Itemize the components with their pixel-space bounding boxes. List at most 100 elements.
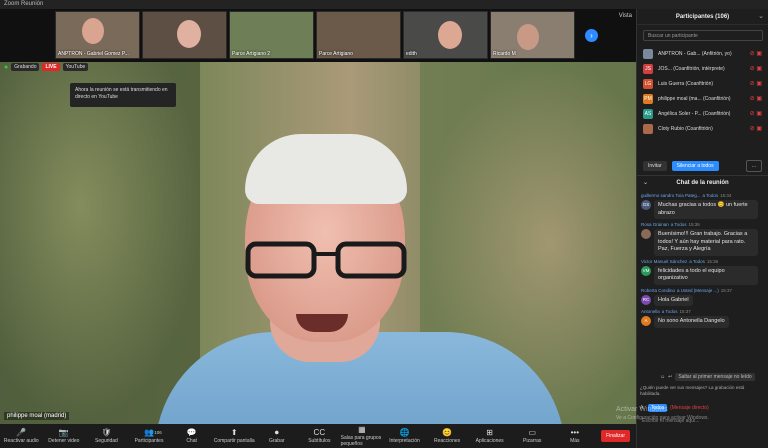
- view-button[interactable]: Vista: [619, 13, 632, 19]
- message-body: Buenísimo!!! Gran trabajo. Gracias a tod…: [641, 229, 764, 256]
- breakout-rooms-button[interactable]: ▦ Salas para grupos pequeños: [341, 424, 384, 448]
- message-time: 15:37: [720, 287, 733, 293]
- chat-message[interactable]: Victor Manuel Sánchez a Todos 15:36 VM felic…: [641, 259, 764, 285]
- participant-search-input[interactable]: Buscar un participante: [643, 30, 763, 41]
- invite-button[interactable]: Invitar: [643, 160, 667, 171]
- participants-button[interactable]: 👥 106 Participantes: [128, 424, 171, 448]
- next-page-icon[interactable]: ›: [585, 29, 598, 42]
- captions-button[interactable]: CC Subtítulos: [298, 424, 341, 448]
- video-tile-2[interactable]: Parce Artigiano 2: [229, 11, 314, 59]
- avatar: [643, 48, 653, 59]
- youtube-stream-button[interactable]: YouTube: [62, 63, 89, 71]
- security-button[interactable]: 🛡 Seguridad: [85, 424, 128, 448]
- video-tile-5[interactable]: Ricardo M: [490, 11, 575, 59]
- interpretation-button[interactable]: 🌐 Interpretación: [383, 424, 426, 448]
- avatar: AS: [643, 108, 653, 119]
- chat-message[interactable]: Roberta Condino a Usted (Mensaje ...) 15:3…: [641, 287, 764, 306]
- video-tile-1[interactable]: [142, 11, 227, 59]
- participant-strip: ANPTRON - Gabriel Gomez P... Parce Artig…: [0, 9, 636, 62]
- message-text: felicidades a todo el equipo organizativ…: [654, 265, 758, 285]
- reactions-icon: 😊: [442, 428, 453, 437]
- participant-name: JOS... (Coanfitrión, intérprete): [658, 65, 725, 72]
- toolbar-label: Más: [570, 438, 580, 444]
- chat-message[interactable]: guillermo sandro Toia Pateg... a Todos 15:…: [641, 193, 764, 219]
- reactions-button[interactable]: 😊 Reacciones: [426, 424, 469, 448]
- stream-status-bar: ● Grabando LIVE YouTube: [4, 63, 89, 71]
- live-badge[interactable]: LIVE: [42, 63, 60, 71]
- participant-actions: Invitar Silenciar a todos ...: [637, 156, 768, 176]
- emoji-icon[interactable]: ☺: [660, 374, 665, 380]
- message-header: guillermo sandro Toia Pateg... a Todos 15:…: [641, 193, 764, 198]
- avatar: [641, 229, 651, 239]
- more-options-button[interactable]: ...: [745, 159, 762, 172]
- chevron-down-icon[interactable]: ⌄: [643, 176, 648, 190]
- video-tile-0[interactable]: ANPTRON - Gabriel Gomez P...: [55, 11, 140, 59]
- participant-row[interactable]: PM philippe moal (ma... (Coanfitrión) ⊘ ▣: [637, 91, 768, 106]
- security-icon: 🛡: [101, 428, 112, 437]
- muted-mic-icon: ⊘ ▣: [749, 51, 762, 57]
- tile-name: edith: [406, 51, 417, 57]
- record-icon: ⏺: [274, 428, 279, 437]
- speaker-hair: [245, 134, 407, 204]
- end-meeting-button[interactable]: Finalizar: [601, 430, 630, 442]
- toolbar-label: Pizarras: [523, 438, 542, 444]
- toolbar-label: Aplicaciones: [475, 438, 504, 444]
- participant-row[interactable]: LG Luis Guerra (Coanfitrión) ⊘ ▣: [637, 76, 768, 91]
- more-button[interactable]: ••• Más: [554, 424, 597, 448]
- message-sender: Roberta Condino: [641, 287, 676, 293]
- meeting-toolbar: 🎤 Reactivar audio 📷 Detener video 🛡 Seguridad…: [0, 424, 636, 448]
- toolbar-label: Reacciones: [434, 438, 461, 444]
- stop-video-button[interactable]: 📷 Detener video: [43, 424, 86, 448]
- video-tile-3[interactable]: Parce Artigiano: [316, 11, 401, 59]
- whiteboards-button[interactable]: ▭ Pizarras: [511, 424, 554, 448]
- message-recipient: a Todos: [689, 258, 705, 264]
- chat-message[interactable]: Antonella a Todos 15:37 A No sono Antonella …: [641, 309, 764, 328]
- chat-title: Chat de la reunión ⌄: [637, 176, 768, 190]
- message-sender: Rosa Grainan: [641, 222, 669, 227]
- apps-icon: ⊞: [486, 428, 493, 437]
- shield-icon: ●: [4, 63, 9, 71]
- tile-head: [438, 21, 462, 49]
- participant-row[interactable]: AS Angélica Soler - P... (Coanfitrión) ⊘ ▣: [637, 106, 768, 121]
- message-text: Buenísimo!!! Gran trabajo. Gracias a tod…: [654, 229, 758, 256]
- breakout-rooms-icon: ▦: [358, 425, 366, 434]
- message-body: VM felicidades a todo el equipo organizat…: [641, 265, 764, 285]
- avatar: VM: [641, 265, 651, 276]
- participant-name: Cloty Rubio (Coanfitrión): [658, 125, 713, 132]
- chat-title-text: Chat de la reunión: [676, 180, 729, 186]
- share-screen-button[interactable]: ⬆ Compartir pantalla: [213, 424, 256, 448]
- muted-mic-icon: ⊘ ▣: [749, 96, 762, 102]
- video-tile-4[interactable]: edith: [403, 11, 488, 59]
- avatar: PM: [643, 93, 653, 104]
- message-text: Hola Gabriel: [654, 294, 693, 306]
- participant-row[interactable]: ANPTRON - Gab... (Anfitrión, yo) ⊘ ▣: [637, 46, 768, 61]
- chat-icon: 💬: [186, 428, 197, 437]
- chevron-down-icon[interactable]: ⌄: [758, 12, 764, 20]
- participant-row[interactable]: JS JOS... (Coanfitrión, intérprete) ⊘ ▣: [637, 61, 768, 76]
- chat-message[interactable]: Rosa Grainan a Todos 15:36 Buenísimo!!! Gra…: [641, 222, 764, 256]
- toolbar-label: Interpretación: [389, 438, 420, 444]
- record-button[interactable]: ⏺ Grabar: [255, 424, 298, 448]
- message-recipient: a Todos: [661, 309, 678, 314]
- avatar: [643, 123, 653, 134]
- participant-row[interactable]: Cloty Rubio (Coanfitrión) ⊘ ▣: [637, 121, 768, 136]
- avatar: GS: [641, 200, 651, 210]
- chat-visibility-notice: ¿Quién puede ver sus mensajes? La grabac…: [640, 385, 745, 396]
- jump-to-unread-button[interactable]: Saltar al primer mensaje no leído: [675, 373, 755, 381]
- chat-button[interactable]: 💬 Chat: [170, 424, 213, 448]
- mute-all-button[interactable]: Silenciar a todos: [671, 160, 719, 171]
- reply-icon[interactable]: ↩: [668, 374, 672, 380]
- share-screen-icon: ⬆: [230, 428, 238, 437]
- toolbar-label: Detener video: [48, 438, 80, 444]
- muted-mic-icon: ⊘ ▣: [749, 111, 762, 117]
- apps-button[interactable]: ⊞ Aplicaciones: [468, 424, 511, 448]
- toolbar-label: Grabar: [268, 438, 285, 444]
- tile-head: [82, 18, 104, 44]
- background-blur: [0, 62, 200, 424]
- toolbar-label: Reactivar audio: [3, 438, 39, 444]
- unmute-audio-icon: 🎤: [16, 428, 27, 437]
- message-recipient: a Todos: [670, 222, 687, 227]
- recording-badge[interactable]: Grabando: [11, 63, 40, 71]
- message-time: 15:37: [679, 309, 691, 314]
- unmute-audio-button[interactable]: 🎤 Reactivar audio: [0, 424, 43, 448]
